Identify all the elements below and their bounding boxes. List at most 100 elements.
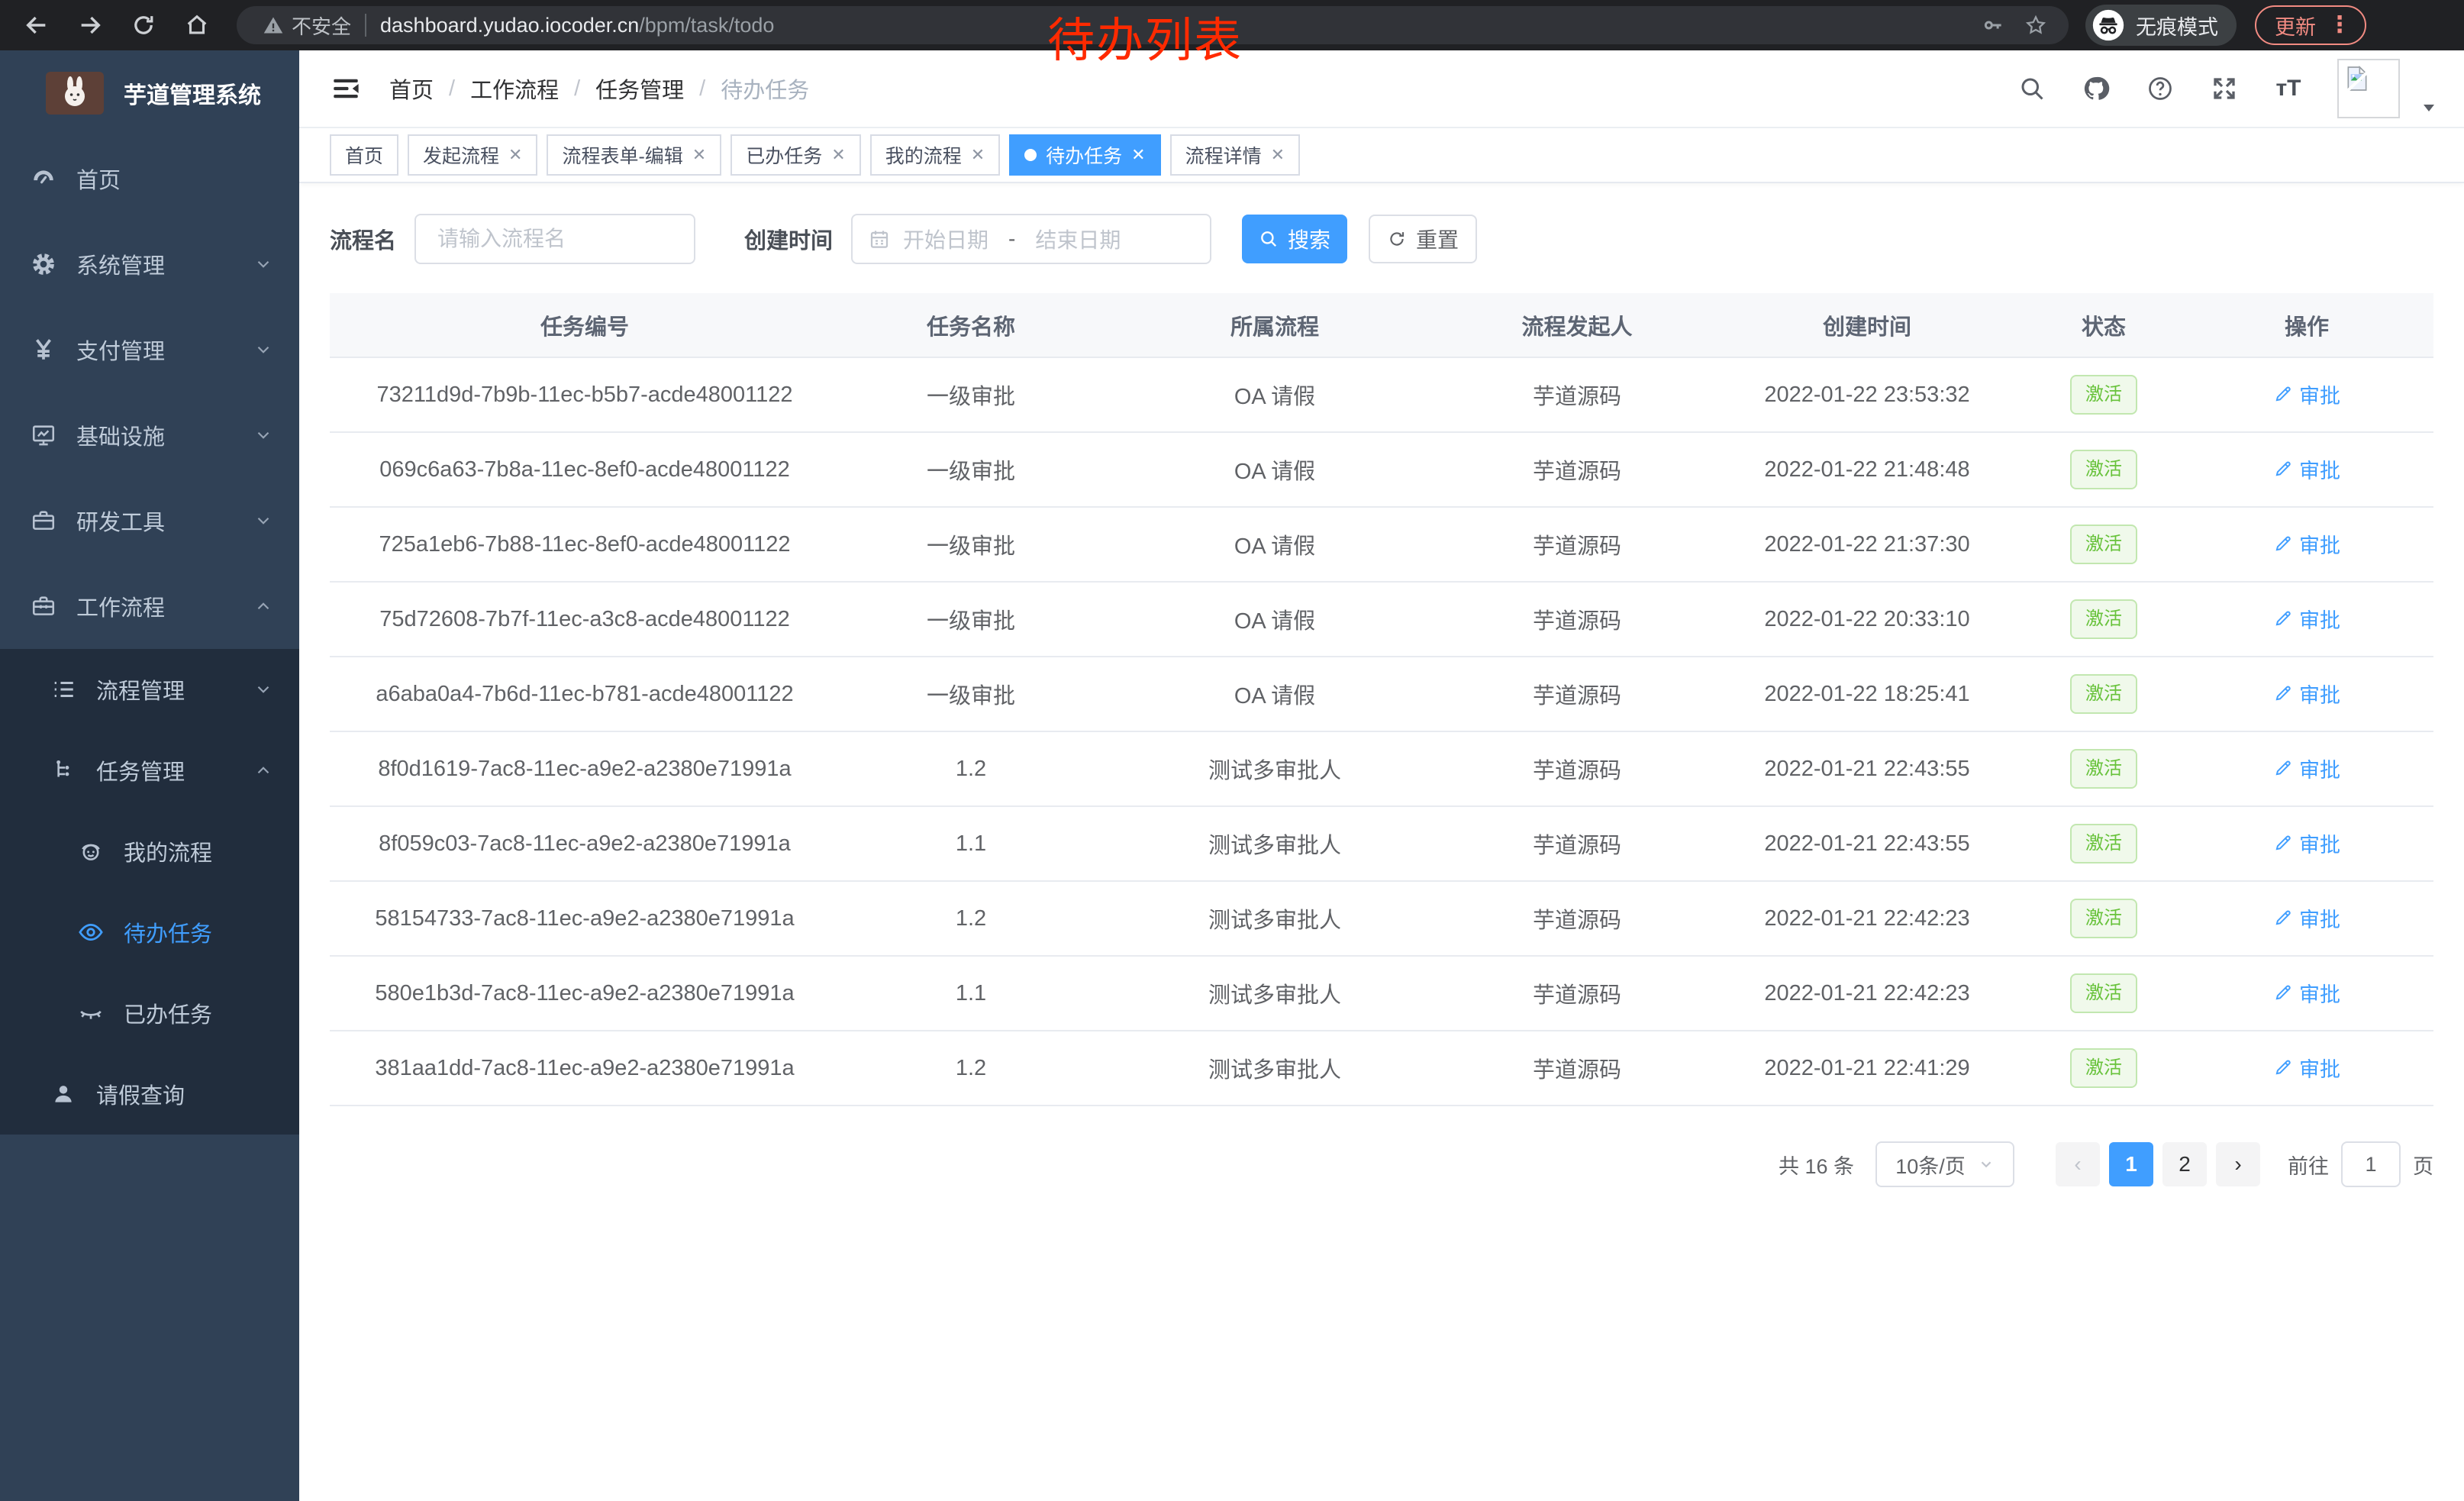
approve-link[interactable]: 审批 <box>2273 454 2340 484</box>
process-name-input[interactable] <box>414 214 695 264</box>
browser-reload-icon[interactable] <box>127 8 160 42</box>
page-size-select[interactable]: 10条/页 <box>1875 1141 2014 1187</box>
next-page-button[interactable]: › <box>2216 1142 2260 1186</box>
process-name: 测试多审批人 <box>1102 731 1447 806</box>
approve-link[interactable]: 审批 <box>2273 754 2340 783</box>
action-cell: 审批 <box>2180 432 2433 507</box>
fullscreen-icon[interactable] <box>2209 73 2240 104</box>
sidebar-subitem-我的流程[interactable]: 我的流程 <box>0 811 299 892</box>
browser-update-button[interactable]: 更新 ⋮ <box>2255 5 2366 45</box>
calendar-icon <box>868 228 891 250</box>
process-name: OA 请假 <box>1102 507 1447 582</box>
sidebar-collapse-icon[interactable] <box>330 73 362 105</box>
tab-流程表单-编辑[interactable]: 流程表单-编辑✕ <box>547 134 721 176</box>
browser-forward-icon[interactable] <box>73 8 107 42</box>
create-time: 2022-01-21 22:43:55 <box>1707 731 2027 806</box>
task-name: 一级审批 <box>840 432 1102 507</box>
approve-link[interactable]: 审批 <box>2273 604 2340 634</box>
sidebar-item-基础设施[interactable]: 基础设施 <box>0 392 299 478</box>
approve-link[interactable]: 审批 <box>2273 903 2340 933</box>
address-bar[interactable]: 不安全 dashboard.yudao.iocoder.cn/bpm/task/… <box>237 6 2069 44</box>
approve-link[interactable]: 审批 <box>2273 978 2340 1008</box>
sidebar-subitem-任务管理[interactable]: 任务管理 <box>0 730 299 811</box>
search-icon[interactable] <box>2017 73 2047 104</box>
status-badge: 激活 <box>2070 899 2137 938</box>
page-button-1[interactable]: 1 <box>2109 1142 2153 1186</box>
task-id: 75d72608-7b7f-11ec-a3c8-acde48001122 <box>330 582 840 657</box>
approve-link[interactable]: 审批 <box>2273 529 2340 559</box>
prev-page-button[interactable]: ‹ <box>2056 1142 2100 1186</box>
goto-label: 前往 <box>2288 1150 2329 1180</box>
tab-close-icon[interactable]: ✕ <box>1271 145 1285 165</box>
bookmark-star-icon[interactable] <box>2024 14 2047 37</box>
tab-待办任务[interactable]: 待办任务✕ <box>1009 134 1160 176</box>
sidebar-item-首页[interactable]: 首页 <box>0 136 299 221</box>
github-icon[interactable] <box>2081 73 2111 104</box>
tab-close-icon[interactable]: ✕ <box>508 145 522 165</box>
approve-link[interactable]: 审批 <box>2273 828 2340 858</box>
reset-button[interactable]: 重置 <box>1369 215 1477 263</box>
table-row: 58154733-7ac8-11ec-a9e2-a2380e71991a1.2测… <box>330 881 2433 956</box>
tab-已办任务[interactable]: 已办任务✕ <box>730 134 860 176</box>
tab-close-icon[interactable]: ✕ <box>831 145 845 165</box>
font-size-icon[interactable]: тT <box>2273 73 2304 104</box>
task-id: a6aba0a4-7b6d-11ec-b781-acde48001122 <box>330 657 840 731</box>
tab-close-icon[interactable]: ✕ <box>692 145 706 165</box>
breadcrumb-item-任务管理[interactable]: 任务管理 <box>595 73 684 105</box>
range-separator: - <box>1008 227 1015 251</box>
app-logo-row[interactable]: 芋道管理系统 <box>0 50 299 136</box>
tab-首页[interactable]: 首页 <box>330 134 398 176</box>
sidebar: 芋道管理系统 首页系统管理支付管理基础设施研发工具工作流程 流程管理任务管理我的… <box>0 50 299 1501</box>
key-icon[interactable] <box>1982 14 2004 37</box>
task-name: 1.2 <box>840 881 1102 956</box>
breadcrumb-separator: / <box>699 76 705 102</box>
approve-link[interactable]: 审批 <box>2273 379 2340 409</box>
pencil-icon <box>2273 1057 2293 1077</box>
approve-link[interactable]: 审批 <box>2273 1053 2340 1083</box>
not-secure-label[interactable]: 不安全 <box>292 11 351 40</box>
chevron-up-icon <box>253 760 273 780</box>
sidebar-subitem-流程管理[interactable]: 流程管理 <box>0 649 299 730</box>
tab-close-icon[interactable]: ✕ <box>1131 145 1145 165</box>
avatar[interactable] <box>2337 59 2400 118</box>
chevron-down-icon <box>253 511 273 531</box>
table-row: 75d72608-7b7f-11ec-a3c8-acde48001122一级审批… <box>330 582 2433 657</box>
sidebar-item-系统管理[interactable]: 系统管理 <box>0 221 299 307</box>
user-icon <box>50 1081 76 1107</box>
search-button[interactable]: 搜索 <box>1242 215 1347 263</box>
sidebar-subitem-请假查询[interactable]: 请假查询 <box>0 1054 299 1135</box>
status-badge: 激活 <box>2070 1048 2137 1088</box>
create-time: 2022-01-22 18:25:41 <box>1707 657 2027 731</box>
table-row: 73211d9d-7b9b-11ec-b5b7-acde48001122一级审批… <box>330 357 2433 432</box>
tab-我的流程[interactable]: 我的流程✕ <box>870 134 1000 176</box>
sidebar-item-支付管理[interactable]: 支付管理 <box>0 307 299 392</box>
page-button-2[interactable]: 2 <box>2162 1142 2207 1186</box>
process-starter: 芋道源码 <box>1447 731 1707 806</box>
action-cell: 审批 <box>2180 956 2433 1031</box>
table-row: 069c6a63-7b8a-11ec-8ef0-acde48001122一级审批… <box>330 432 2433 507</box>
task-id: 8f059c03-7ac8-11ec-a9e2-a2380e71991a <box>330 806 840 881</box>
date-range-picker[interactable]: 开始日期 - 结束日期 <box>851 214 1211 264</box>
goto-page-input[interactable] <box>2341 1141 2401 1187</box>
start-date-placeholder: 开始日期 <box>903 224 989 254</box>
tab-发起流程[interactable]: 发起流程✕ <box>408 134 537 176</box>
sidebar-subitem-待办任务[interactable]: 待办任务 <box>0 892 299 973</box>
search-button-icon <box>1259 229 1279 249</box>
browser-menu-kebab-icon[interactable]: ⋮ <box>2328 14 2351 37</box>
sidebar-subitem-已办任务[interactable]: 已办任务 <box>0 973 299 1054</box>
sidebar-item-研发工具[interactable]: 研发工具 <box>0 478 299 563</box>
breadcrumb-item-首页[interactable]: 首页 <box>389 73 434 105</box>
status-badge: 激活 <box>2070 749 2137 789</box>
avatar-caret-icon[interactable] <box>2420 98 2438 117</box>
status-badge: 激活 <box>2070 525 2137 564</box>
chevron-up-icon <box>253 596 273 616</box>
browser-home-icon[interactable] <box>180 8 214 42</box>
help-icon[interactable] <box>2145 73 2175 104</box>
tab-流程详情[interactable]: 流程详情✕ <box>1170 134 1300 176</box>
breadcrumb-item-工作流程[interactable]: 工作流程 <box>470 73 559 105</box>
sidebar-item-工作流程[interactable]: 工作流程 <box>0 563 299 649</box>
approve-link[interactable]: 审批 <box>2273 679 2340 709</box>
chevron-down-icon <box>253 679 273 699</box>
browser-back-icon[interactable] <box>20 8 53 42</box>
tab-close-icon[interactable]: ✕ <box>971 145 985 165</box>
